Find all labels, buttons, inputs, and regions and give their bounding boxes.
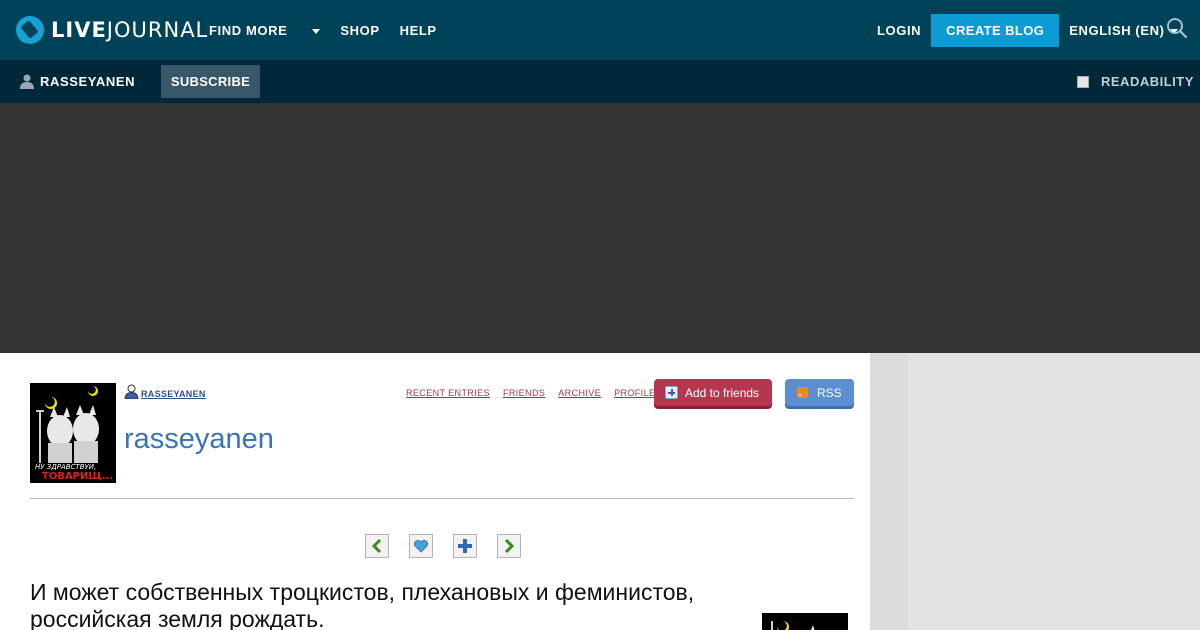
nav-find-more[interactable]: FIND MORE — [209, 23, 321, 38]
journal-user-link[interactable]: RASSEYANEN — [20, 60, 135, 103]
post-userpic[interactable] — [762, 613, 848, 630]
friends-link[interactable]: FRIENDS — [503, 388, 545, 398]
add-to-friends-button[interactable]: Add to friends — [654, 379, 772, 406]
search-icon[interactable] — [1166, 17, 1188, 39]
wolves-userpic-image — [762, 613, 848, 630]
user-icon — [124, 384, 139, 399]
readability-checkbox[interactable] — [1077, 75, 1089, 88]
previous-entry-button[interactable] — [365, 534, 389, 558]
subscribe-button[interactable]: SUBSCRIBE — [161, 65, 260, 98]
add-memory-button[interactable] — [453, 534, 477, 558]
journal-title[interactable]: rasseyanen — [124, 423, 274, 456]
journal-userpic[interactable]: НУ ЗДРАВСТВУЙ, ТОВАРИЩ... — [30, 383, 116, 483]
main-nav: FIND MORE SHOP HELP — [209, 0, 457, 60]
rss-label: RSS — [817, 385, 842, 400]
livejournal-logo-icon — [16, 16, 44, 44]
archive-link[interactable]: ARCHIVE — [558, 388, 601, 398]
account-nav: LOGIN CREATE BLOG ENGLISH (EN) — [877, 0, 1178, 60]
recent-entries-link[interactable]: RECENT ENTRIES — [406, 388, 490, 398]
wolves-userpic-image: НУ ЗДРАВСТВУЙ, ТОВАРИЩ... — [30, 383, 116, 483]
journal-subbar: RASSEYANEN SUBSCRIBE READABILITY — [0, 60, 1200, 103]
rss-icon — [797, 387, 808, 398]
create-blog-button[interactable]: CREATE BLOG — [931, 13, 1060, 47]
language-selector[interactable]: ENGLISH (EN) — [1069, 23, 1178, 38]
user-icon — [20, 74, 34, 89]
userpic-caption-line1: НУ ЗДРАВСТВУЙ, — [35, 462, 96, 471]
readability-label: READABILITY — [1101, 74, 1194, 89]
post-title[interactable]: И может собственных троцкистов, плеханов… — [30, 579, 750, 630]
livejournal-logo[interactable]: LIVEJOURNAL — [16, 15, 208, 45]
chevron-down-icon — [312, 28, 321, 34]
profile-link[interactable]: PROFILE — [614, 388, 655, 398]
add-to-friends-label: Add to friends — [685, 385, 760, 400]
journal-owner-name: RASSEYANEN — [141, 389, 206, 399]
arrow-right-icon — [504, 538, 515, 554]
journal-owner-link[interactable]: RASSEYANEN — [124, 384, 206, 399]
header-divider — [30, 498, 854, 499]
rss-button[interactable]: RSS — [785, 379, 854, 406]
userpic-caption-line2: ТОВАРИЩ... — [42, 471, 113, 482]
sidebar-panel — [908, 353, 1200, 630]
journal-links: RECENT ENTRIES FRIENDS ARCHIVE PROFILE — [406, 388, 668, 398]
readability-toggle[interactable]: READABILITY — [1077, 60, 1194, 103]
ad-banner — [0, 103, 1200, 353]
next-entry-button[interactable] — [497, 534, 521, 558]
journal-content: НУ ЗДРАВСТВУЙ, ТОВАРИЩ... RASSEYANEN ras… — [0, 353, 870, 630]
journal-username: RASSEYANEN — [40, 74, 136, 89]
top-navigation-bar: LIVEJOURNAL FIND MORE SHOP HELP LOGIN CR… — [0, 0, 1200, 60]
sidebar — [870, 353, 1200, 630]
arrow-left-icon — [371, 538, 382, 554]
entry-navigation — [365, 534, 541, 558]
nav-help[interactable]: HELP — [400, 23, 437, 38]
memories-button[interactable] — [409, 534, 433, 558]
plus-icon — [665, 386, 678, 399]
login-link[interactable]: LOGIN — [877, 23, 921, 38]
plus-icon — [458, 539, 472, 553]
nav-shop[interactable]: SHOP — [340, 23, 379, 38]
heart-icon — [414, 540, 428, 553]
logo-text: LIVEJOURNAL — [51, 18, 209, 42]
